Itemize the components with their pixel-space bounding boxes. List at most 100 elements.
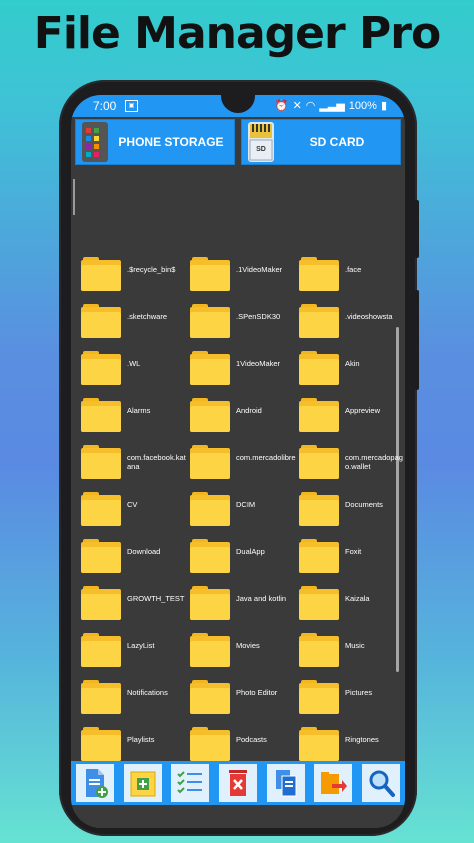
folder-icon — [81, 633, 121, 667]
notification-icon: ▣ — [125, 100, 138, 112]
folder-icon — [81, 680, 121, 714]
phone-storage-button[interactable]: PHONE STORAGE — [75, 119, 235, 165]
folder-item[interactable]: .$recycle_bin$ — [81, 255, 190, 294]
folder-item[interactable]: Documents — [299, 490, 405, 529]
folder-item[interactable]: Alarms — [81, 396, 190, 435]
folder-item[interactable]: .videoshowsta — [299, 302, 405, 341]
folder-name: Akin — [345, 359, 360, 368]
folder-name: .$recycle_bin$ — [127, 265, 176, 274]
status-icons: ⏰ ✕ ◠ ▂▃▅ 100% ▮ — [274, 99, 387, 113]
folder-name: .face — [345, 265, 362, 274]
folder-name: DualApp — [236, 547, 265, 556]
folder-icon — [190, 257, 230, 291]
move-button[interactable] — [314, 764, 353, 802]
scroll-indicator — [73, 179, 75, 215]
folder-item[interactable]: .SPenSDK30 — [190, 302, 299, 341]
folder-item[interactable]: DualApp — [190, 537, 299, 576]
folder-icon — [81, 351, 121, 385]
folder-name: Podcasts — [236, 735, 267, 744]
folder-name: .sketchware — [127, 312, 168, 321]
folder-item[interactable]: Appreview — [299, 396, 405, 435]
folder-name: CV — [127, 500, 138, 509]
signal-icon: ▂▃▅ — [319, 100, 345, 112]
folder-name: Photo Editor — [236, 688, 278, 697]
folder-item[interactable]: GROWTH_TEST — [81, 584, 190, 623]
folder-name: Alarms — [127, 406, 151, 415]
folder-name: 1VideoMaker — [236, 359, 281, 368]
folder-item[interactable]: com.mercadolibre — [190, 443, 299, 482]
alarm-icon: ⏰ — [274, 100, 289, 112]
folder-item[interactable]: Foxit — [299, 537, 405, 576]
folder-item[interactable]: Ringtones — [299, 725, 405, 764]
sd-card-icon: SD — [248, 122, 274, 162]
folder-item[interactable]: Podcasts — [190, 725, 299, 764]
folder-name: Playlists — [127, 735, 155, 744]
promo-title: File Manager Pro — [33, 8, 441, 59]
folder-item[interactable]: com.mercadopago.wallet — [299, 443, 405, 482]
folder-icon — [299, 586, 339, 620]
folder-item[interactable]: DCIM — [190, 490, 299, 529]
new-folder-button[interactable] — [123, 764, 162, 802]
folder-name: LazyList — [127, 641, 155, 650]
folder-item[interactable]: Android — [190, 396, 299, 435]
copy-button[interactable] — [266, 764, 305, 802]
folder-icon — [190, 351, 230, 385]
folder-icon — [190, 304, 230, 338]
folder-icon — [299, 257, 339, 291]
folder-icon — [190, 680, 230, 714]
bottom-toolbar — [71, 761, 405, 805]
folder-item[interactable]: Akin — [299, 349, 405, 388]
folder-name: Java and kotlin — [236, 594, 287, 603]
folder-item[interactable]: .1VideoMaker — [190, 255, 299, 294]
folder-icon — [299, 398, 339, 432]
folder-item[interactable]: com.facebook.katana — [81, 443, 190, 482]
folder-icon — [299, 351, 339, 385]
folder-name: com.mercadopago.wallet — [345, 453, 403, 471]
delete-button[interactable] — [218, 764, 257, 802]
folder-name: Foxit — [345, 547, 362, 556]
folder-icon — [190, 586, 230, 620]
folder-item[interactable]: Notifications — [81, 678, 190, 717]
folder-icon — [299, 633, 339, 667]
folder-icon — [299, 492, 339, 526]
file-list: .$recycle_bin$ .1VideoMaker .face .sketchwa… — [71, 167, 405, 761]
folder-icon — [81, 727, 121, 761]
volume-button — [415, 290, 419, 390]
select-list-icon — [177, 771, 203, 794]
folder-item[interactable]: Pictures — [299, 678, 405, 717]
folder-name: GROWTH_TEST — [127, 594, 185, 603]
sd-card-icon-text: SD — [256, 146, 266, 153]
folder-grid: .$recycle_bin$ .1VideoMaker .face .sketchwa… — [81, 255, 405, 764]
select-button[interactable] — [171, 764, 210, 802]
screen: 7:00 ▣ ⏰ ✕ ◠ ▂▃▅ 100% ▮ PHONE STORAGE SD… — [71, 95, 405, 828]
folder-item[interactable]: CV — [81, 490, 190, 529]
sd-card-button[interactable]: SD SD CARD — [241, 119, 401, 165]
folder-name: Notifications — [127, 688, 168, 697]
folder-item[interactable]: Download — [81, 537, 190, 576]
folder-item[interactable]: .WL — [81, 349, 190, 388]
folder-name: Android — [236, 406, 262, 415]
folder-item[interactable]: Java and kotlin — [190, 584, 299, 623]
new-folder-icon — [130, 771, 156, 797]
folder-item[interactable]: Playlists — [81, 725, 190, 764]
folder-item[interactable]: Movies — [190, 631, 299, 670]
folder-item[interactable]: Kaizala — [299, 584, 405, 623]
folder-item[interactable]: Photo Editor — [190, 678, 299, 717]
folder-item[interactable]: 1VideoMaker — [190, 349, 299, 388]
folder-item[interactable]: .sketchware — [81, 302, 190, 341]
folder-icon — [190, 492, 230, 526]
folder-icon — [299, 539, 339, 573]
folder-name: Appreview — [345, 406, 381, 415]
battery-text: 100% — [348, 99, 377, 112]
copy-icon — [275, 770, 297, 797]
folder-name: Download — [127, 547, 161, 556]
search-button[interactable] — [362, 764, 401, 802]
folder-name: Movies — [236, 641, 260, 650]
folder-icon — [190, 727, 230, 761]
folder-icon — [81, 445, 121, 479]
wifi-icon: ◠ — [305, 100, 316, 112]
folder-item[interactable]: LazyList — [81, 631, 190, 670]
folder-item[interactable]: Music — [299, 631, 405, 670]
folder-item[interactable]: .face — [299, 255, 405, 294]
new-file-button[interactable] — [75, 764, 114, 802]
